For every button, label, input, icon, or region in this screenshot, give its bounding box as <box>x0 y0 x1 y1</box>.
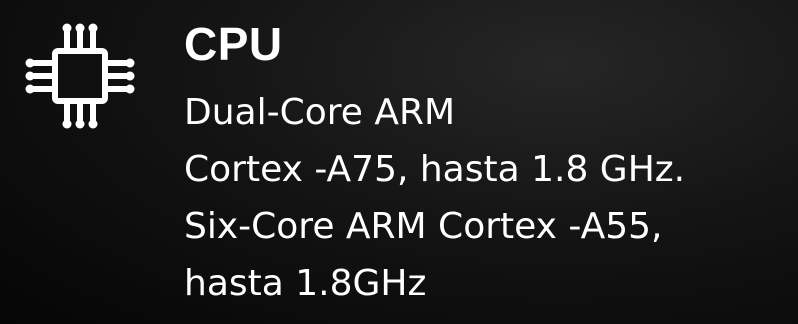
spec-line: Cortex -A75, hasta 1.8 GHz. <box>184 149 686 190</box>
cpu-chip-icon <box>25 23 135 129</box>
spec-title: CPU <box>184 18 283 70</box>
cpu-spec-card: CPU Dual-Core ARM Cortex -A75, hasta 1.8… <box>0 0 798 324</box>
spec-description: Dual-Core ARM Cortex -A75, hasta 1.8 GHz… <box>184 84 685 312</box>
spec-line: Dual-Core ARM <box>184 92 456 133</box>
spec-line: hasta 1.8GHz <box>184 263 427 304</box>
spec-line: Six-Core ARM Cortex -A55, <box>184 206 663 247</box>
